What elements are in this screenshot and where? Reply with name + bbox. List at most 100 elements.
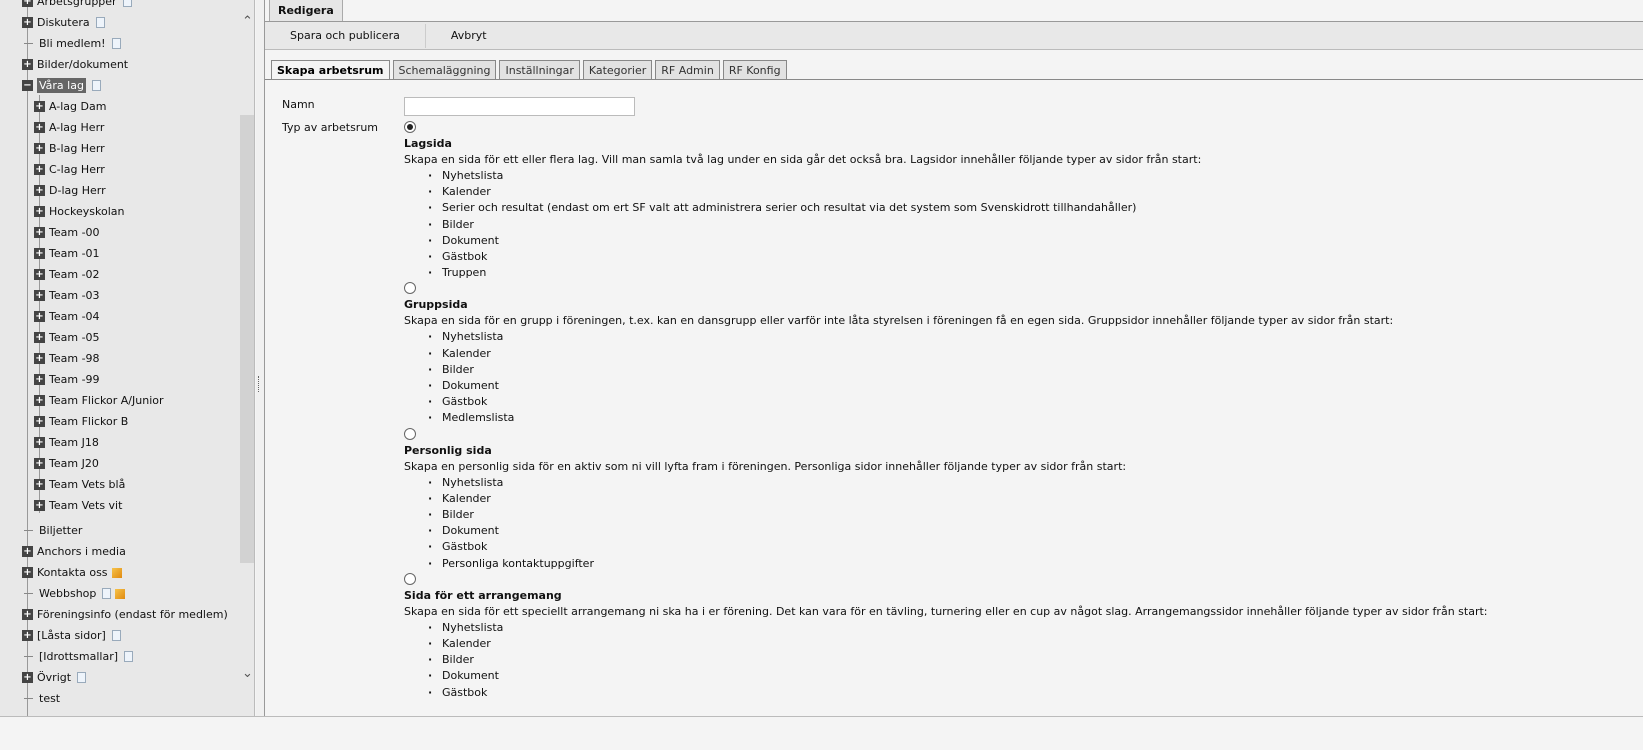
tree-item[interactable]: Bli medlem! [0, 33, 240, 54]
list-item: Nyhetslista [428, 475, 1643, 491]
expand-icon[interactable]: + [34, 500, 45, 511]
expand-icon[interactable]: + [34, 332, 45, 343]
scrollbar-thumb[interactable] [240, 115, 254, 563]
tree-item[interactable]: + Team -00 [0, 222, 240, 243]
list-item: Medlemslista [428, 410, 1643, 426]
expand-icon[interactable]: + [22, 59, 33, 70]
expand-icon[interactable]: + [34, 206, 45, 217]
tree-item[interactable]: + Team J18 [0, 432, 240, 453]
expand-icon[interactable]: + [34, 353, 45, 364]
tree-item[interactable]: + Övrigt [0, 667, 240, 688]
tree-item[interactable]: + Team Flickor B [0, 411, 240, 432]
expand-icon[interactable]: + [22, 672, 33, 683]
tree-item[interactable]: Webbshop [0, 583, 240, 604]
scroll-up-icon[interactable]: ⌃ [240, 14, 254, 29]
type-radio[interactable] [404, 282, 416, 295]
collapse-icon[interactable]: − [22, 80, 33, 91]
tree-item[interactable]: + Bilder/dokument [0, 54, 240, 75]
expand-icon[interactable]: + [34, 248, 45, 259]
cancel-button[interactable]: Avbryt [426, 22, 512, 49]
tree-item-label: Bli medlem! [39, 37, 106, 50]
panel-splitter[interactable] [256, 0, 265, 716]
expand-icon[interactable]: + [34, 437, 45, 448]
expand-icon[interactable]: + [34, 185, 45, 196]
tree-item-label: Diskutera [37, 16, 90, 29]
expand-icon[interactable]: + [34, 416, 45, 427]
tree-item[interactable]: + Föreningsinfo (endast för medlem) [0, 604, 240, 625]
expand-icon[interactable]: + [34, 374, 45, 385]
tree-item[interactable]: + Team -04 [0, 306, 240, 327]
tree-item[interactable]: + A-lag Dam [0, 96, 240, 117]
tree-item-label: Övrigt [37, 671, 72, 684]
page-icon [124, 651, 134, 662]
workspace-type-option: Personlig sida Skapa en personlig sida fö… [404, 427, 1643, 572]
tree-item[interactable]: + Anchors i media [0, 541, 240, 562]
tree-item[interactable]: Biljetter [0, 520, 240, 541]
expand-icon[interactable]: + [34, 227, 45, 238]
tree-item[interactable]: + C-lag Herr [0, 159, 240, 180]
expand-icon[interactable]: + [34, 101, 45, 112]
type-radio[interactable] [404, 427, 416, 440]
tab-redigera[interactable]: Redigera [269, 0, 343, 22]
scroll-down-icon[interactable]: ⌄ [240, 666, 254, 681]
expand-icon[interactable]: + [34, 311, 45, 322]
list-item: Gästbok [428, 249, 1643, 265]
expand-icon[interactable]: + [34, 395, 45, 406]
type-title: Lagsida [404, 137, 452, 150]
expand-icon[interactable]: + [34, 269, 45, 280]
tree-item[interactable]: + Team -98 [0, 348, 240, 369]
expand-icon[interactable]: + [34, 122, 45, 133]
tree-item-label: Team J18 [49, 436, 99, 449]
type-radio[interactable] [404, 121, 416, 133]
tab-schemal-ggning[interactable]: Schemaläggning [392, 60, 497, 80]
expand-icon[interactable]: + [34, 164, 45, 175]
tree-item[interactable]: + [Låsta sidor] [0, 625, 240, 646]
expand-icon[interactable]: + [22, 0, 33, 7]
expand-icon[interactable]: + [34, 479, 45, 490]
tree-item-label: Team J20 [49, 457, 99, 470]
save-publish-button[interactable]: Spara och publicera [265, 22, 425, 49]
tree-connector [24, 593, 33, 594]
tree-item[interactable]: + Team Flickor A/Junior [0, 390, 240, 411]
tree-item[interactable]: + D-lag Herr [0, 180, 240, 201]
tree-item[interactable]: + A-lag Herr [0, 117, 240, 138]
tree-item[interactable]: + Hockeyskolan [0, 201, 240, 222]
expand-icon[interactable]: + [22, 17, 33, 28]
expand-icon[interactable]: + [22, 546, 33, 557]
expand-icon[interactable]: + [34, 458, 45, 469]
expand-icon[interactable]: + [22, 609, 33, 620]
tree-item[interactable]: + Diskutera [0, 12, 240, 33]
expand-icon[interactable]: + [22, 567, 33, 578]
type-title: Personlig sida [404, 443, 492, 457]
expand-icon[interactable]: + [22, 630, 33, 641]
expand-icon[interactable]: + [34, 290, 45, 301]
tab-rf-admin[interactable]: RF Admin [655, 60, 720, 80]
tree-item[interactable]: + Team -01 [0, 243, 240, 264]
tree-item[interactable]: + Team Vets vit [0, 495, 240, 516]
tree-item[interactable]: + Team -99 [0, 369, 240, 390]
expand-icon[interactable]: + [34, 143, 45, 154]
tree-item[interactable]: + Team Vets blå [0, 474, 240, 495]
tree-item[interactable]: + Team J20 [0, 453, 240, 474]
tab-skapa-arbetsrum[interactable]: Skapa arbetsrum [271, 60, 390, 80]
tab-inst-llningar[interactable]: Inställningar [499, 60, 580, 80]
page-tree: + Arbetsgrupper + Diskutera Bli medlem! + Bild… [0, 0, 240, 709]
workspace-type-option: Gruppsida Skapa en sida för en grupp i fö… [404, 282, 1643, 427]
tree-item[interactable]: + Team -03 [0, 285, 240, 306]
tab-kategorier[interactable]: Kategorier [582, 60, 653, 80]
splitter-grip-icon[interactable] [258, 376, 261, 392]
type-radio[interactable] [404, 572, 416, 585]
tree-item[interactable]: + Team -05 [0, 327, 240, 348]
tree-item[interactable]: − Våra lag [0, 75, 240, 96]
tree-item[interactable]: test [0, 688, 240, 709]
tree-item-label: Webbshop [39, 587, 97, 600]
toolbar: Spara och publicera Avbryt [265, 21, 1643, 50]
tab-rf-konfig[interactable]: RF Konfig [722, 60, 787, 80]
tree-item[interactable]: + B-lag Herr [0, 138, 240, 159]
tree-item[interactable]: + Team -02 [0, 264, 240, 285]
tree-item[interactable]: + Arbetsgrupper [0, 0, 240, 12]
tree-item[interactable]: + Kontakta oss [0, 562, 240, 583]
list-item: Truppen [428, 265, 1643, 281]
name-input[interactable] [404, 97, 635, 116]
tree-item[interactable]: [Idrottsmallar] [0, 646, 240, 667]
